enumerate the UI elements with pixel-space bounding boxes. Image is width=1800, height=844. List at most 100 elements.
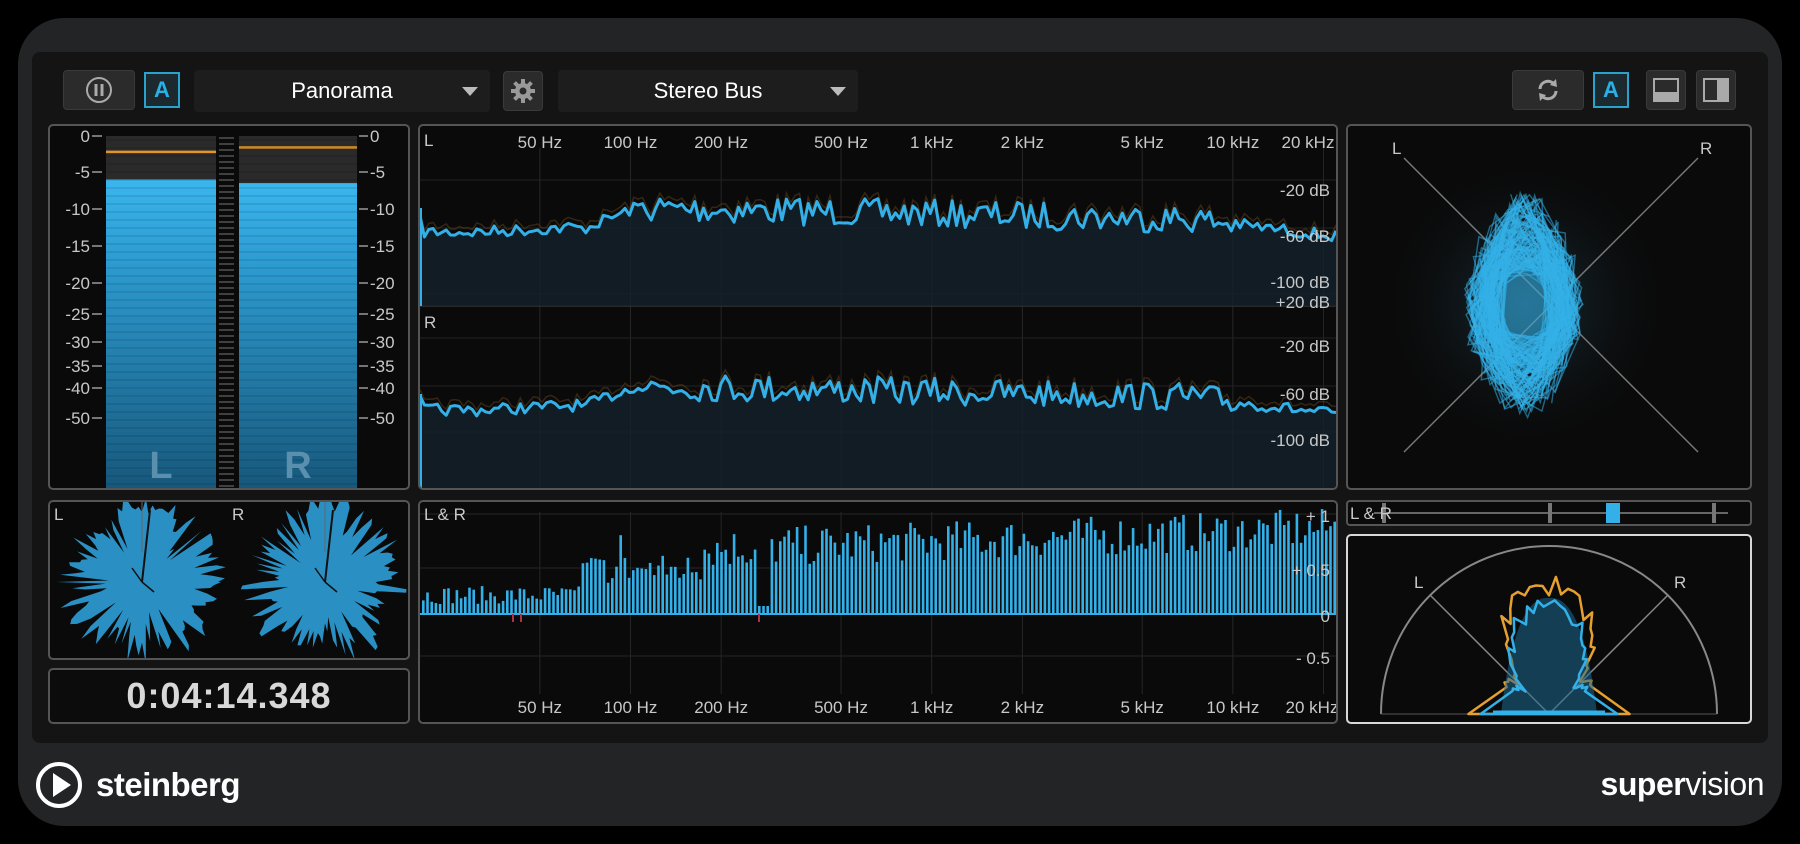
time-display: 0:04:14.348 [48, 668, 410, 724]
freq-label: 100 Hz [604, 133, 658, 152]
bus-select-value: Stereo Bus [653, 78, 763, 103]
correlation-label: L & R [424, 505, 466, 524]
scale-label-right: -15 [370, 237, 395, 256]
freq-label: 20 kHz [1282, 133, 1335, 152]
freq-label: 1 kHz [910, 133, 953, 152]
gear-icon [511, 79, 535, 103]
scale-label-right: 0 [370, 127, 379, 146]
correlation-freq-label: 50 Hz [518, 698, 562, 717]
radar-right-label: R [232, 505, 244, 524]
balance-panel[interactable]: L & R [1346, 500, 1752, 526]
scale-right: 0 -5 -10 -15 -20 -25 -30 -35 -40 -50 [359, 127, 395, 428]
scale-label-right: -30 [370, 333, 395, 352]
steinberg-logo-icon [36, 762, 82, 808]
scale-label-left: -25 [65, 305, 90, 324]
radar-view: L R [54, 502, 407, 658]
correlation-scale-label: - 0.5 [1296, 649, 1330, 668]
scale-label-right: -25 [370, 305, 395, 324]
correlation-freq-label: 200 Hz [694, 698, 748, 717]
radar-left-label: L [54, 505, 63, 524]
scale-label-left: -15 [65, 237, 90, 256]
auto-button[interactable]: A [144, 72, 180, 108]
scale-label-left: 0 [81, 127, 90, 146]
scale-label-left: -40 [65, 379, 90, 398]
spectrum-right-label: R [424, 313, 436, 332]
pause-button[interactable] [63, 70, 135, 110]
balance-label: L & R [1350, 504, 1392, 523]
panorama-left-label: L [1414, 573, 1423, 592]
settings-button[interactable] [503, 71, 543, 111]
phase-scope-panel[interactable]: L R [1346, 124, 1752, 490]
freq-label: 2 kHz [1001, 133, 1044, 152]
scale-label-right: -35 [370, 357, 395, 376]
scale-label-left: -5 [75, 163, 90, 182]
module-select-value: Panorama [291, 78, 393, 103]
panorama-view: L R [1380, 545, 1718, 716]
meter-label-right: R [284, 445, 311, 487]
correlation-scale-label: + 1 [1306, 507, 1330, 526]
product-name: supervision [1600, 766, 1765, 803]
radar-panel[interactable]: L R [48, 500, 410, 660]
scale-label-right: -5 [370, 163, 385, 182]
layout-bottom-icon [1653, 78, 1679, 102]
correlation-freq-label: 2 kHz [1001, 698, 1044, 717]
module-select[interactable]: Panorama [194, 70, 490, 112]
radar-left [56, 502, 226, 658]
layout-right-button[interactable] [1696, 70, 1736, 110]
panorama-right-label: R [1674, 573, 1686, 592]
correlation-scale-label: 0 [1321, 607, 1330, 626]
scale-ticks-right [219, 137, 234, 487]
scale-label-right: -10 [370, 200, 395, 219]
brand-name: steinberg [96, 766, 241, 803]
radar-right [240, 502, 407, 658]
correlation-freq-label: 5 kHz [1120, 698, 1163, 717]
auto-button-right[interactable]: A [1593, 72, 1629, 108]
db-label: -60 dB [1280, 227, 1330, 246]
db-label: -100 dB [1270, 273, 1330, 292]
scale-label-left: -50 [65, 409, 90, 428]
spectrum-panel[interactable]: L R 50 Hz 100 Hz 200 Hz 500 Hz 1 kHz 2 kHz 5 k… [418, 124, 1338, 490]
layout-bottom-button[interactable] [1646, 70, 1686, 110]
db-label: -60 dB [1280, 385, 1330, 404]
chevron-down-icon [462, 87, 478, 96]
correlation-freq-label: 100 Hz [604, 698, 658, 717]
level-meter-panel[interactable]: 0 -5 -10 -15 -20 -25 -30 -35 -40 -50 0 -5 -10 -15 -20… [48, 124, 410, 490]
correlation-spectrum: L & R + 1 + 0.5 0 - 0.5 50 Hz 100 Hz 200 Hz 50… [420, 505, 1336, 717]
product-name-bold: super [1600, 766, 1686, 802]
bus-select[interactable]: Stereo Bus [558, 70, 858, 112]
scale-label-left: -35 [65, 357, 90, 376]
freq-label: 50 Hz [518, 133, 562, 152]
balance-meter: L & R [1350, 503, 1728, 523]
db-label: -20 dB [1280, 337, 1330, 356]
balance-indicator [1606, 503, 1620, 523]
meter-label-left: L [149, 445, 172, 487]
correlation-freq-label: 20 kHz [1286, 698, 1336, 717]
db-label: -100 dB [1270, 431, 1330, 450]
freq-label: 5 kHz [1120, 133, 1163, 152]
scale-left: 0 -5 -10 -15 -20 -25 -30 -35 -40 -50 [65, 127, 102, 428]
scale-label-left: -20 [65, 274, 90, 293]
scale-label-right: -40 [370, 379, 395, 398]
db-label: +20 dB [1276, 293, 1330, 312]
correlation-panel[interactable]: L & R + 1 + 0.5 0 - 0.5 50 Hz 100 Hz 200 Hz 50… [418, 500, 1338, 724]
chevron-down-icon [830, 87, 846, 96]
sync-icon [1538, 79, 1558, 101]
product-name-light: vision [1685, 766, 1764, 802]
meter-bar-left [106, 179, 216, 488]
brand: steinberg [34, 760, 241, 810]
db-label: -20 dB [1280, 181, 1330, 200]
scope-right-label: R [1700, 139, 1712, 158]
panorama-panel[interactable]: L R [1346, 534, 1752, 724]
scale-label-left: -30 [65, 333, 90, 352]
spectrum-left-label: L [424, 131, 433, 150]
scale-label-right: -50 [370, 409, 395, 428]
correlation-freq-label: 500 Hz [814, 698, 868, 717]
meter-bar-right [239, 183, 357, 488]
pause-icon [86, 77, 112, 103]
correlation-freq-label: 1 kHz [910, 698, 953, 717]
sync-button[interactable] [1512, 70, 1584, 110]
freq-label: 200 Hz [694, 133, 748, 152]
correlation-scale-label: + 0.5 [1292, 561, 1330, 580]
level-meter: 0 -5 -10 -15 -20 -25 -30 -35 -40 -50 0 -5 -10 -15 -20… [65, 127, 395, 488]
scope-left-label: L [1392, 139, 1401, 158]
